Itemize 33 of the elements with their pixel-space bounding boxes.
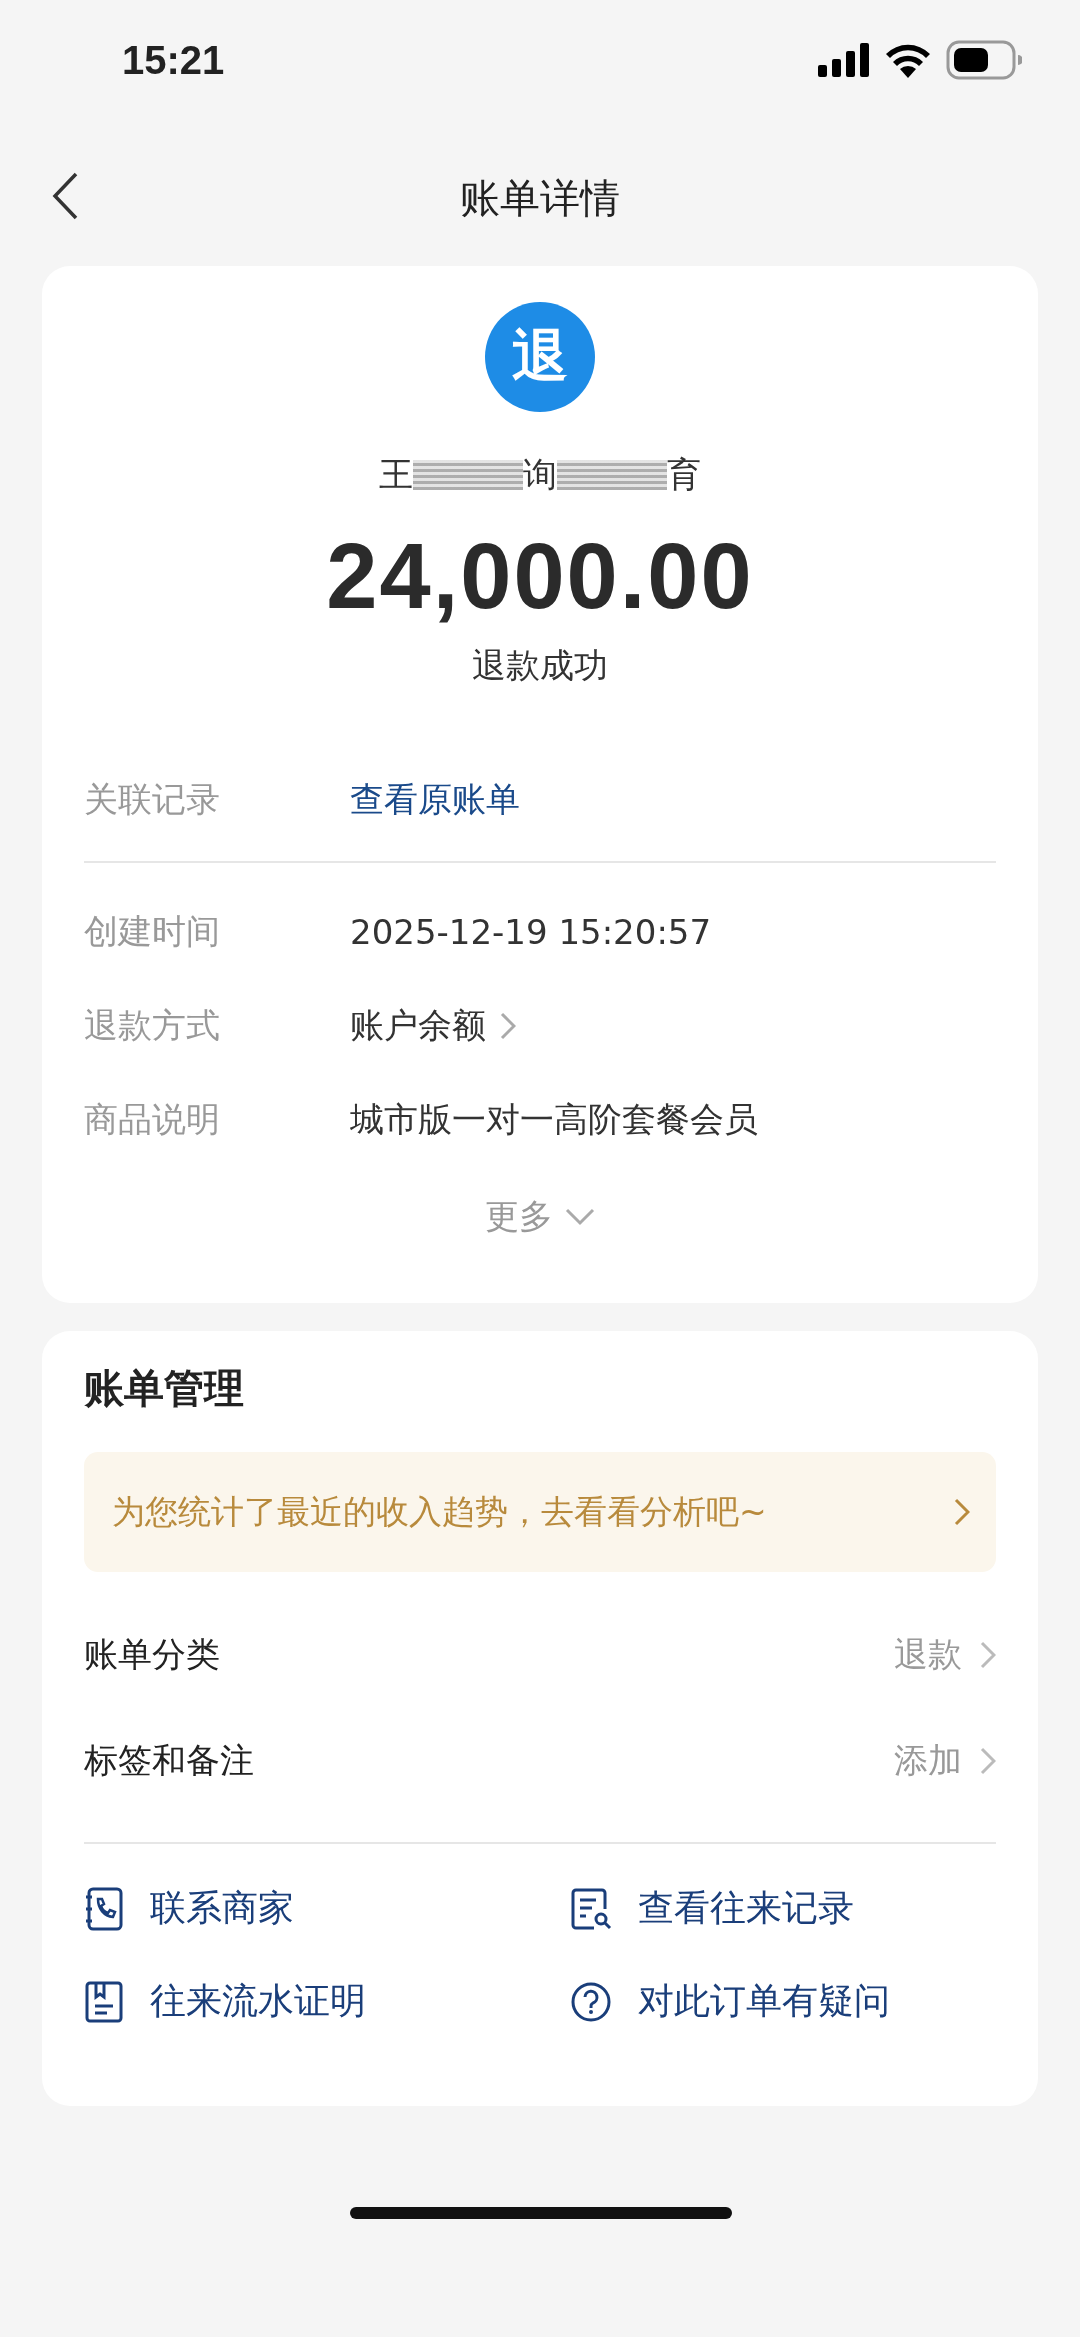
chevron-down-icon [565, 1208, 595, 1226]
document-search-icon [570, 1886, 612, 1931]
field-value: 账户余额 [350, 1004, 486, 1047]
phone-book-icon [84, 1886, 124, 1931]
battery-icon [946, 40, 1022, 80]
settings-row[interactable]: 账单分类 退款 [84, 1602, 996, 1708]
signal-icon [818, 43, 870, 77]
field-label: 创建时间 [84, 910, 221, 953]
field-label: 商品说明 [84, 1098, 221, 1141]
action-link[interactable]: 对此订单有疑问 [570, 1977, 996, 2026]
action-link[interactable]: 往来流水证明 [84, 1977, 570, 2026]
action-link[interactable]: 联系商家 [84, 1884, 570, 1933]
chevron-right-icon [954, 1498, 970, 1526]
refund-status: 退款成功 [472, 644, 608, 687]
section-title: 账单管理 [84, 1364, 245, 1413]
amount: 24,000.00 [326, 524, 754, 629]
merchant-name: 王 询 育 [379, 453, 701, 496]
document-icon [84, 1979, 124, 2024]
field-value: 城市版一对一高阶套餐会员 [350, 1098, 758, 1141]
refund-badge: 退 [485, 302, 595, 412]
wifi-icon [884, 42, 932, 78]
action-link[interactable]: 查看往来记录 [570, 1884, 996, 1933]
chevron-right-icon [980, 1747, 996, 1775]
settings-row[interactable]: 标签和备注 添加 [84, 1708, 996, 1814]
chevron-right-icon [500, 1012, 516, 1040]
field-value: 2025-12-19 15:20:57 [350, 912, 712, 952]
page-title: 账单详情 [460, 173, 620, 223]
chevron-right-icon [980, 1641, 996, 1669]
original-bill-link[interactable]: 查看原账单 [350, 777, 520, 823]
status-time: 15:21 [122, 37, 225, 83]
field-label: 退款方式 [84, 1004, 221, 1047]
question-icon [570, 1980, 612, 2023]
field-label: 关联记录 [84, 778, 221, 821]
